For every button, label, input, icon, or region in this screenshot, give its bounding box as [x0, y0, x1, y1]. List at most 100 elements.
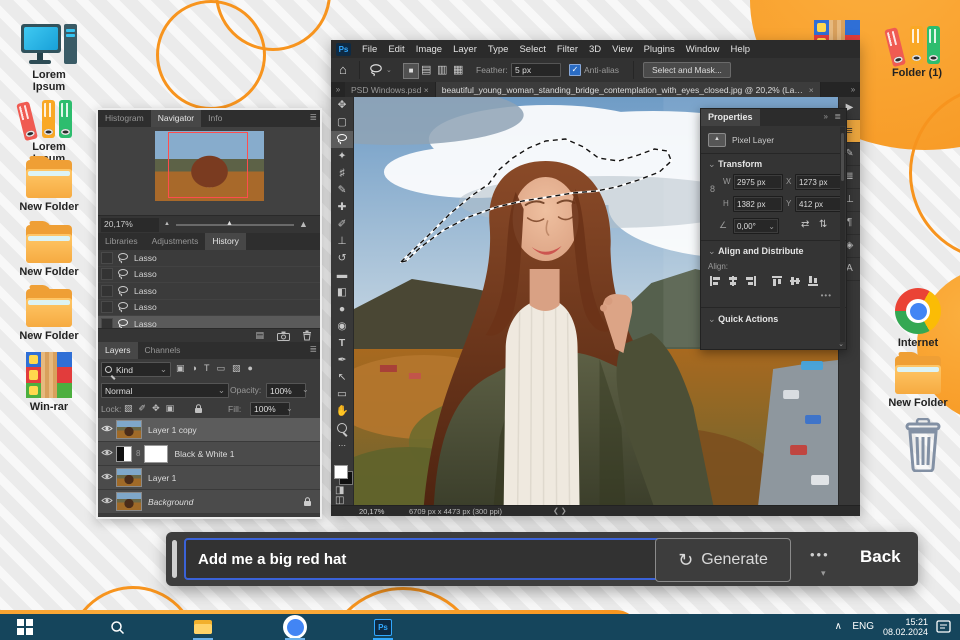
align-bottom-icon[interactable] — [807, 275, 819, 287]
layer-thumbnail[interactable] — [116, 420, 142, 439]
tab-navigator[interactable]: Navigator — [151, 110, 201, 127]
hand-tool[interactable]: ✋ — [331, 403, 353, 420]
properties-scrollbar[interactable] — [840, 127, 845, 342]
clone-stamp-tool[interactable]: ⊥ — [331, 233, 353, 250]
tab-histogram[interactable]: Histogram — [98, 110, 151, 127]
menu-plugins[interactable]: Plugins — [644, 44, 675, 55]
tray-chevron-icon[interactable]: ∧ — [835, 621, 842, 632]
document-tab-active[interactable]: beautiful_young_woman_standing_bridge_co… — [436, 82, 821, 97]
magic-wand-tool[interactable]: ✦ — [331, 148, 353, 165]
w-input[interactable]: 2975 px — [733, 174, 783, 190]
tab-history[interactable]: History — [205, 233, 245, 250]
feather-input[interactable]: 5 px — [511, 63, 561, 77]
status-doc-size[interactable]: 6709 px x 4473 px (300 ppi) — [409, 507, 502, 516]
generate-button[interactable]: ↻ Generate — [655, 538, 791, 582]
select-and-mask-button[interactable]: Select and Mask... — [643, 62, 731, 78]
panel-menu-icon[interactable]: ≣ — [309, 112, 317, 123]
layer-filter-icons[interactable]: ▣◑T▭▨● — [176, 363, 260, 374]
desktop-icon-folder-2[interactable]: New Folder — [16, 225, 82, 278]
desktop-icon-folder-right[interactable]: New Folder — [885, 356, 951, 409]
taskbar-explorer-button[interactable] — [186, 614, 220, 640]
collapse-panels-right-icon[interactable]: » — [846, 82, 860, 97]
menu-file[interactable]: File — [362, 44, 377, 55]
align-center-h-icon[interactable] — [727, 275, 739, 287]
close-icon[interactable]: × — [424, 85, 429, 95]
y-input[interactable]: 412 px — [795, 196, 843, 212]
x-input[interactable]: 1273 px — [795, 174, 843, 190]
properties-title[interactable]: Properties — [701, 109, 760, 126]
history-item[interactable]: Lasso — [98, 300, 320, 317]
panel-menu-icon[interactable]: ≣ — [309, 344, 317, 355]
blend-mode-select[interactable]: Normal⌄ — [101, 383, 229, 398]
lasso-tool[interactable] — [331, 131, 353, 148]
tab-libraries[interactable]: Libraries — [98, 233, 145, 250]
more-options-icon[interactable]: ••• — [810, 547, 830, 562]
status-zoom[interactable]: 20,17% — [359, 507, 384, 516]
layer-row-layer1[interactable]: Layer 1 — [98, 466, 320, 490]
tab-adjustments[interactable]: Adjustments — [145, 233, 206, 250]
clock[interactable]: 15:21 08.02.2024 — [883, 617, 928, 637]
tool-dropdown-icon[interactable]: ⌄ — [386, 66, 392, 74]
navigator-zoom-value[interactable]: 20,17% — [101, 218, 159, 232]
lock-all-icon[interactable] — [194, 404, 203, 414]
tab-info[interactable]: Info — [201, 110, 229, 127]
history-item[interactable]: Lasso — [98, 283, 320, 300]
selection-mode-subtract-icon[interactable]: ▥ — [437, 63, 447, 76]
scroll-down-icon[interactable]: ⌄ — [838, 340, 844, 348]
fill-value[interactable]: 100% — [250, 402, 290, 416]
desktop-icon-internet[interactable]: Internet — [885, 288, 951, 349]
menu-type[interactable]: Type — [488, 44, 509, 55]
delete-state-trash-icon[interactable] — [302, 330, 312, 341]
snapshot-camera-icon[interactable] — [277, 331, 290, 341]
desktop-icon-folder1-binders[interactable]: Folder (1) — [884, 22, 950, 79]
document-tab-psd-windows[interactable]: PSD Windows.psd × — [345, 82, 436, 97]
history-brush-tool[interactable]: ↺ — [331, 250, 353, 267]
selection-mode-intersect-icon[interactable]: ▦ — [453, 63, 463, 76]
menu-image[interactable]: Image — [416, 44, 442, 55]
gradient-tool[interactable]: ◧ — [331, 284, 353, 301]
selection-mode-new-icon[interactable]: ■ — [403, 63, 419, 79]
move-tool[interactable]: ✥ — [331, 97, 353, 114]
path-select-tool[interactable]: ↖ — [331, 369, 353, 386]
menu-help[interactable]: Help — [731, 44, 751, 55]
healing-brush-tool[interactable]: ✚ — [331, 199, 353, 216]
prompt-bar-handle[interactable] — [172, 540, 177, 578]
align-right-icon[interactable] — [745, 275, 757, 287]
collapse-icon[interactable]: » — [824, 112, 828, 121]
lock-icons[interactable]: ▨✐✥▣ — [124, 403, 180, 414]
brush-tool[interactable]: ✐ — [331, 216, 353, 233]
dodge-tool[interactable]: ◉ — [331, 318, 353, 335]
taskbar-chrome-button[interactable] — [278, 614, 312, 640]
menu-view[interactable]: View — [612, 44, 632, 55]
eyedropper-tool[interactable]: ✎ — [331, 182, 353, 199]
navigator-view-rect[interactable] — [168, 132, 248, 198]
desktop-icon-binders[interactable]: Lorem Ipsum — [16, 96, 82, 165]
tab-layers[interactable]: Layers — [98, 342, 138, 359]
anti-alias-checkbox[interactable]: ✓ — [569, 64, 581, 76]
opacity-dropdown-icon[interactable]: ⌄ — [302, 385, 309, 394]
menu-select[interactable]: Select — [519, 44, 545, 55]
quick-actions-header[interactable]: ⌄ Quick Actions — [708, 314, 778, 325]
transform-section-header[interactable]: ⌄ Transform — [708, 159, 762, 170]
history-item[interactable]: Lasso — [98, 267, 320, 284]
zoom-slider-thumb[interactable]: ▲ — [226, 220, 233, 227]
flip-vertical-icon[interactable]: ⇅ — [819, 219, 827, 230]
menu-3d[interactable]: 3D — [589, 44, 601, 55]
layer-mask-thumbnail[interactable] — [144, 445, 168, 463]
new-doc-from-state-icon[interactable]: ▤ — [255, 330, 264, 341]
visibility-eye-icon[interactable] — [98, 496, 116, 507]
desktop-icon-folder-3[interactable]: New Folder — [16, 289, 82, 342]
home-icon[interactable]: ⌂ — [339, 62, 347, 77]
layer-filter-kind[interactable]: Kind⌄ — [101, 362, 171, 377]
align-left-icon[interactable] — [709, 275, 721, 287]
more-chevron-icon[interactable]: ▾ — [821, 568, 826, 579]
opacity-value[interactable]: 100% — [266, 383, 306, 398]
flip-horizontal-icon[interactable]: ⇄ — [801, 219, 809, 230]
menu-edit[interactable]: Edit — [388, 44, 404, 55]
panel-menu-icon[interactable]: ≣ — [834, 112, 841, 121]
prompt-input[interactable] — [184, 538, 662, 580]
fill-dropdown-icon[interactable]: ⌄ — [286, 404, 293, 413]
language-indicator[interactable]: ENG — [852, 621, 874, 632]
zoom-out-icon[interactable]: ▲ — [164, 221, 170, 227]
align-center-v-icon[interactable] — [789, 275, 801, 287]
